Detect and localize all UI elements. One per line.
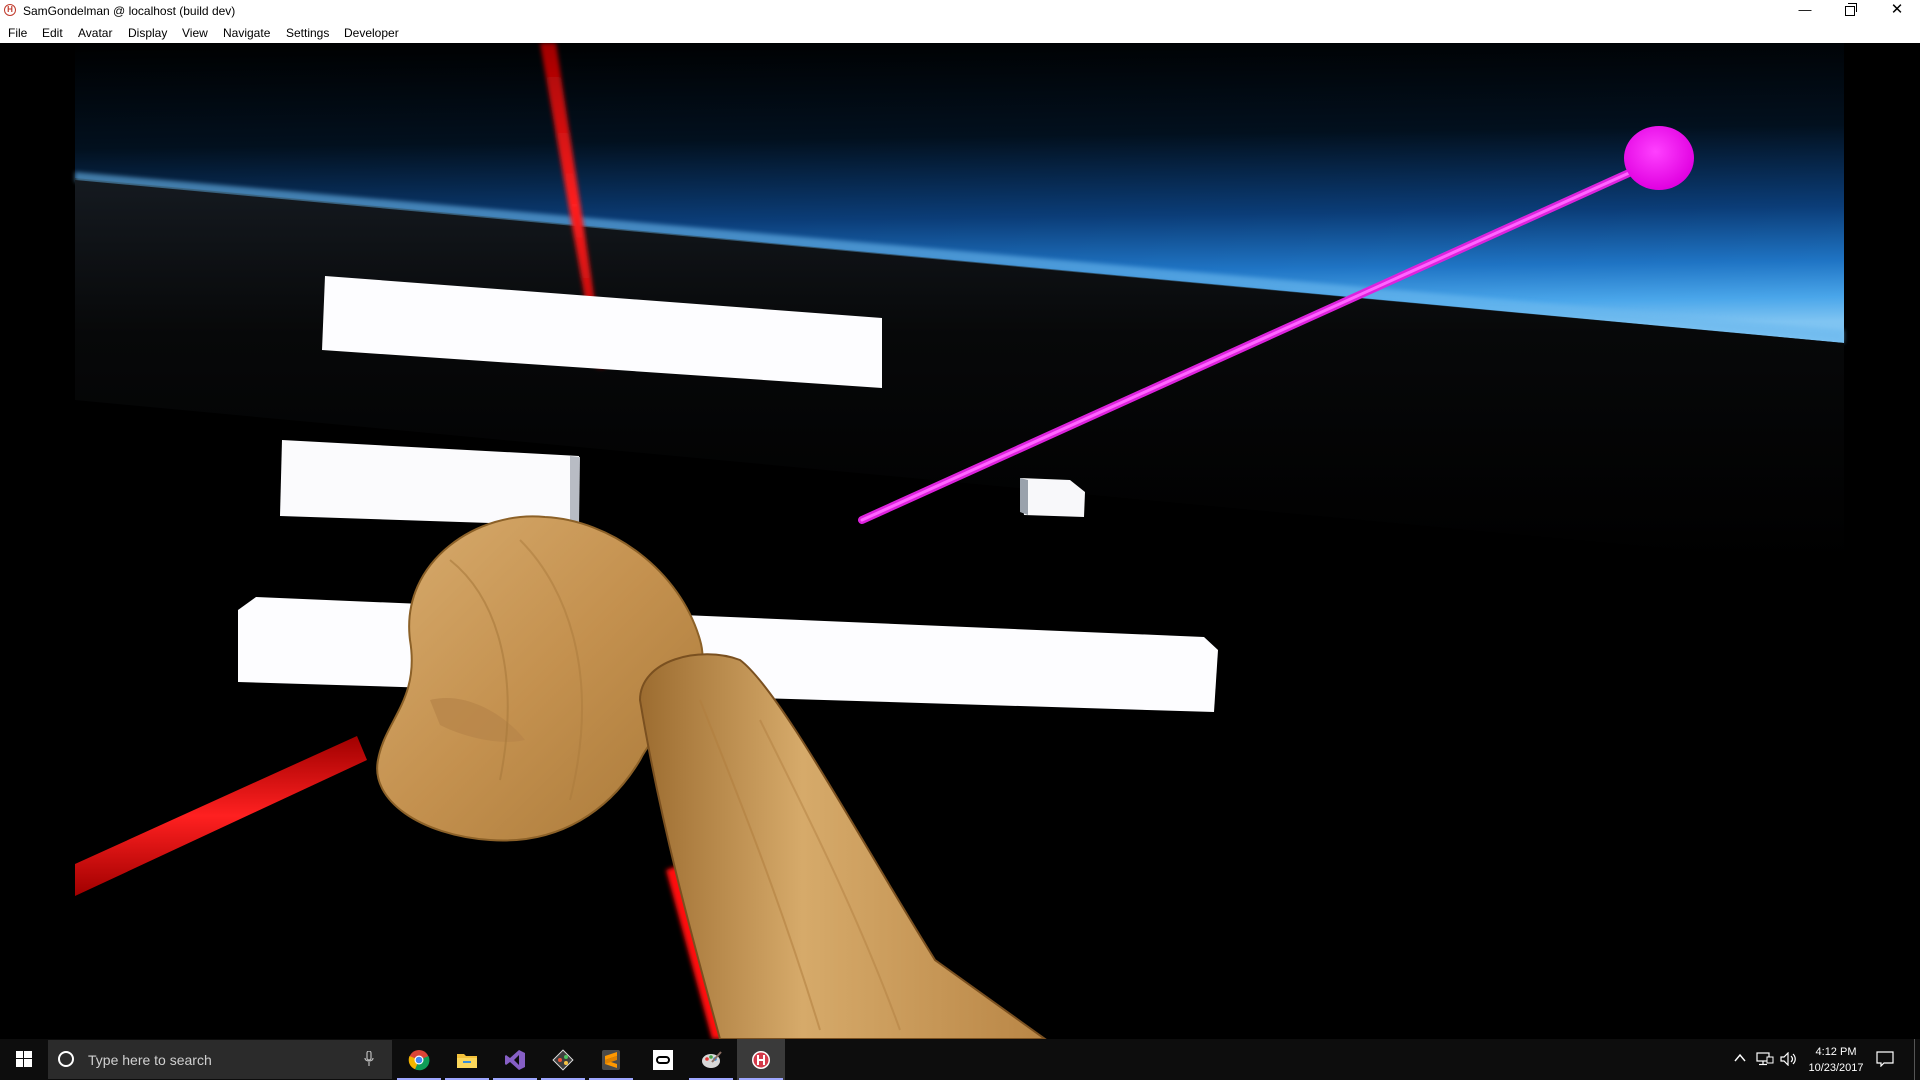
taskbar-app-git[interactable]: [539, 1039, 587, 1080]
taskbar-app-oculus[interactable]: [639, 1039, 687, 1080]
taskbar-app-chrome[interactable]: [395, 1039, 443, 1080]
menu-settings[interactable]: Settings: [286, 26, 329, 40]
paint-icon: [702, 1051, 722, 1068]
show-desktop-button[interactable]: [1914, 1039, 1920, 1080]
menu-navigate[interactable]: Navigate: [223, 26, 270, 40]
taskbar-app-high-fidelity[interactable]: [737, 1039, 785, 1080]
taskbar-search-box[interactable]: Type here to search: [48, 1040, 392, 1079]
git-icon: [552, 1049, 574, 1071]
chrome-icon: [408, 1050, 430, 1071]
scene-render: [75, 43, 1844, 1039]
menu-edit[interactable]: Edit: [42, 26, 63, 40]
close-button[interactable]: ✕: [1874, 0, 1920, 22]
menu-developer[interactable]: Developer: [344, 26, 399, 40]
red-laser-left: [75, 736, 367, 896]
clock-date: 10/23/2017: [1808, 1062, 1864, 1074]
volume-icon[interactable]: [1780, 1052, 1798, 1066]
menu-view[interactable]: View: [182, 26, 208, 40]
network-icon[interactable]: [1756, 1052, 1774, 1066]
menu-bar: File Edit Avatar Display View Navigate S…: [0, 22, 1920, 43]
cortana-icon: [58, 1051, 74, 1067]
windows-logo-icon: [16, 1051, 32, 1067]
menu-file[interactable]: File: [8, 26, 27, 40]
menu-display[interactable]: Display: [128, 26, 167, 40]
sublime-text-icon: [602, 1050, 620, 1070]
white-panel-small-side: [1020, 478, 1028, 515]
taskbar-app-visual-studio[interactable]: [491, 1039, 539, 1080]
taskbar-app-file-explorer[interactable]: [443, 1039, 491, 1080]
title-bar: H SamGondelman @ localhost (build dev) —…: [0, 0, 1920, 22]
taskbar: Type here to search 4:12 PM 10/23/2017: [0, 1039, 1920, 1080]
oculus-icon: [653, 1050, 673, 1070]
white-panel-middle: [280, 440, 579, 526]
high-fidelity-icon: [752, 1051, 770, 1069]
restore-button[interactable]: [1828, 0, 1874, 22]
app-icon: H: [4, 4, 16, 16]
file-explorer-icon: [457, 1054, 477, 1068]
magenta-target-sphere: [1624, 126, 1694, 190]
3d-viewport[interactable]: [0, 43, 1920, 1039]
minimize-button[interactable]: —: [1782, 0, 1828, 22]
restore-icon: [1845, 3, 1857, 16]
search-placeholder: Type here to search: [88, 1052, 212, 1068]
system-clock[interactable]: 4:12 PM 10/23/2017: [1804, 1044, 1868, 1076]
start-button[interactable]: [0, 1039, 48, 1080]
white-panel-middle-side: [570, 456, 580, 525]
taskbar-app-sublime-text[interactable]: [587, 1039, 635, 1080]
menu-avatar[interactable]: Avatar: [78, 26, 112, 40]
clock-time: 4:12 PM: [1815, 1046, 1857, 1058]
action-center-icon[interactable]: [1876, 1051, 1894, 1067]
visual-studio-icon: [505, 1050, 525, 1070]
window-title: SamGondelman @ localhost (build dev): [23, 4, 236, 18]
microphone-icon[interactable]: [364, 1051, 374, 1067]
taskbar-app-paint[interactable]: [687, 1039, 735, 1080]
chevron-up-icon[interactable]: [1734, 1051, 1746, 1065]
